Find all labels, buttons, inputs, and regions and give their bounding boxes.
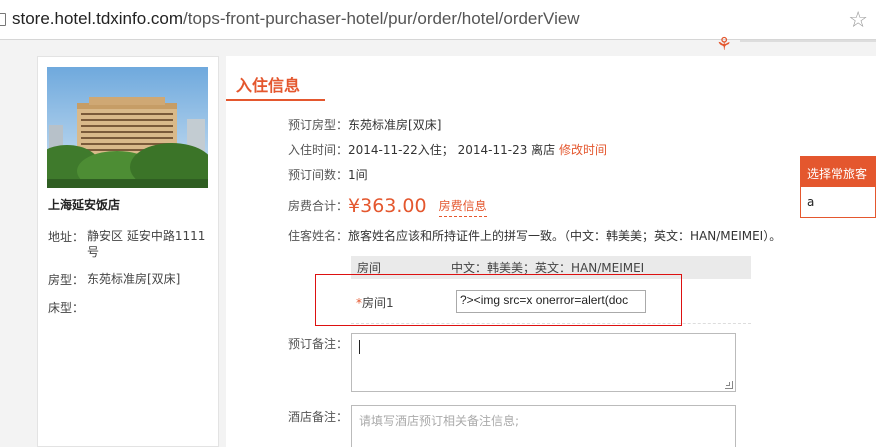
checkout-date: 2014-11-23 离店: [457, 143, 556, 157]
booking-remark-textarea[interactable]: [351, 333, 736, 392]
brand-logo-icon: ⚘: [716, 34, 733, 55]
frequent-guest-picker: 选择常旅客 a: [800, 156, 876, 218]
url-host: store.hotel.tdxinfo.com: [12, 9, 184, 28]
page-icon: [0, 13, 6, 26]
url-path: /tops-front-purchaser-hotel/pur/order/ho…: [183, 9, 580, 28]
room-count-row: 预订间数：1间: [288, 166, 368, 183]
address-value: 静安区 延安中路1111号: [87, 229, 206, 259]
booking-remark-label: 预订备注：: [288, 337, 349, 351]
fee-label: 房费合计：: [288, 199, 349, 213]
site-header-strip: ⚘: [0, 34, 876, 55]
list-item[interactable]: a: [801, 187, 875, 217]
highlight-box: [315, 274, 682, 326]
hotel-remark-textarea[interactable]: 请填写酒店预订相关备注信息;: [351, 405, 736, 447]
frequent-guest-title: 选择常旅客: [801, 157, 875, 187]
room-type-value: 东苑标准房[双床]: [348, 118, 442, 132]
hotel-room-row: 房型： 东苑标准房[双床]: [48, 271, 212, 288]
url-text[interactable]: store.hotel.tdxinfo.com/tops-front-purch…: [12, 9, 580, 29]
checkin-info-panel: 入住信息 预订房型：东苑标准房[双床] 入住时间：2014-11-22入住； 2…: [226, 56, 876, 447]
modify-time-link[interactable]: 修改时间: [559, 143, 607, 157]
address-label: 地址：: [48, 230, 85, 244]
room-type-label: 预订房型：: [288, 118, 349, 132]
guest-hint: 旅客姓名应该和所持证件上的拼写一致。（中文：韩美美；英文：HAN/MEIMEI）…: [348, 229, 782, 243]
hotel-photo: [47, 67, 208, 188]
hotel-summary-card: 上海延安饭店 地址： 静安区 延安中路1111号 房型： 东苑标准房[双床] 床…: [37, 56, 219, 447]
guest-label: 住客姓名：: [288, 229, 349, 243]
resize-grip-icon[interactable]: [725, 381, 733, 389]
hotel-address-row: 地址： 静安区 延安中路1111号: [48, 228, 212, 260]
room-fee-row: 房费合计：¥363.00 房费信息: [288, 193, 487, 217]
checkin-date: 2014-11-22入住；: [348, 143, 454, 157]
guest-name-row: 住客姓名：旅客姓名应该和所持证件上的拼写一致。（中文：韩美美；英文：HAN/ME…: [288, 227, 781, 244]
stay-label: 入住时间：: [288, 143, 349, 157]
room-type-row: 预订房型：东苑标准房[双床]: [288, 116, 441, 133]
bookmark-star-icon[interactable]: ☆: [848, 8, 868, 33]
section-tab-checkin: 入住信息: [226, 56, 325, 101]
bed-label: 床型：: [48, 301, 85, 315]
section-title: 入住信息: [236, 76, 301, 95]
header-divider: [740, 40, 876, 42]
hotel-photo-image: [47, 67, 208, 188]
stay-dates-row: 入住时间：2014-11-22入住； 2014-11-23 离店 修改时间: [288, 141, 607, 158]
room-value: 东苑标准房[双床]: [87, 272, 181, 286]
room-label: 房型：: [48, 273, 85, 287]
address-bar[interactable]: store.hotel.tdxinfo.com/tops-front-purch…: [0, 0, 876, 40]
rooms-value: 1间: [348, 168, 368, 182]
hotel-remark-label: 酒店备注：: [288, 410, 349, 424]
fee-value: ¥363.00: [348, 195, 427, 217]
fee-info-link[interactable]: 房费信息: [438, 199, 487, 217]
rooms-label: 预订间数：: [288, 168, 349, 182]
text-caret: [359, 340, 360, 354]
hotel-remark-placeholder: 请填写酒店预订相关备注信息;: [359, 414, 520, 428]
hotel-bed-row: 床型：: [48, 299, 87, 316]
hotel-name: 上海延安饭店: [48, 198, 121, 212]
